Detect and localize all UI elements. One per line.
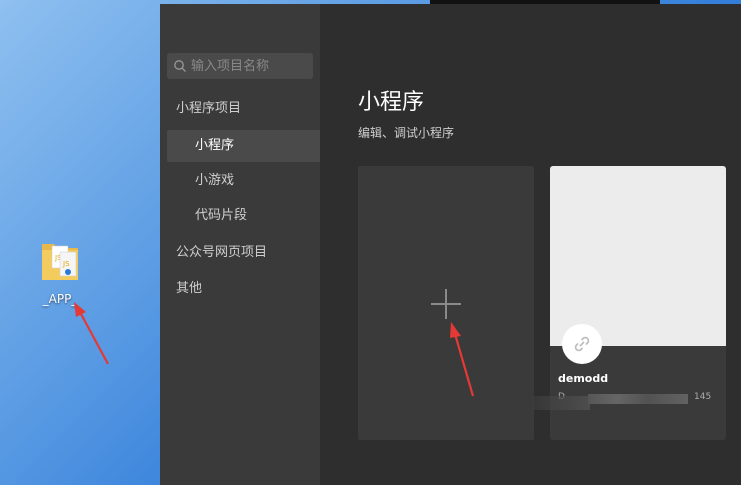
redacted-path <box>588 394 688 404</box>
sidebar-item-other[interactable]: 其他 <box>160 273 320 305</box>
folder-icon: JS JS <box>42 244 78 280</box>
page-subtitle: 编辑、调试小程序 <box>358 126 455 140</box>
desktop-icon-label: _APP_ <box>42 292 78 306</box>
plus-icon <box>431 289 461 319</box>
sidebar-item-official-account-web[interactable]: 公众号网页项目 <box>160 237 320 269</box>
main-panel: 小程序 编辑、调试小程序 demodd 145 <box>320 4 741 485</box>
sidebar-item-code-snippets[interactable]: 代码片段 <box>160 200 320 232</box>
search-icon <box>174 60 186 72</box>
redaction-blur <box>530 396 590 410</box>
search-box[interactable] <box>167 53 313 79</box>
devtools-window: 小程序项目 小程序 小游戏 代码片段 公众号网页项目 其他 小程序 编辑、调试小… <box>160 4 741 485</box>
svg-text:JS: JS <box>62 260 70 268</box>
link-icon <box>574 336 590 352</box>
project-name: demodd <box>558 372 609 385</box>
search-input[interactable] <box>191 53 309 79</box>
sidebar-item-miniprogram[interactable]: 小程序 <box>167 130 340 162</box>
desktop: JS JS _APP_ 小程序项目 小程序 小游戏 代码片段 公众号网页项目 其… <box>0 0 741 485</box>
sidebar-item-minigame[interactable]: 小游戏 <box>160 165 320 197</box>
project-meta-suffix: 145 <box>694 392 712 402</box>
project-thumbnail <box>550 166 726 346</box>
page-title: 小程序 <box>358 90 425 115</box>
project-avatar <box>562 324 602 364</box>
sidebar-item-miniprogram-projects[interactable]: 小程序项目 <box>160 93 320 125</box>
sidebar: 小程序项目 小程序 小游戏 代码片段 公众号网页项目 其他 <box>160 4 340 485</box>
new-project-card[interactable] <box>358 166 534 440</box>
desktop-folder-app[interactable]: JS JS _APP_ <box>30 236 90 316</box>
